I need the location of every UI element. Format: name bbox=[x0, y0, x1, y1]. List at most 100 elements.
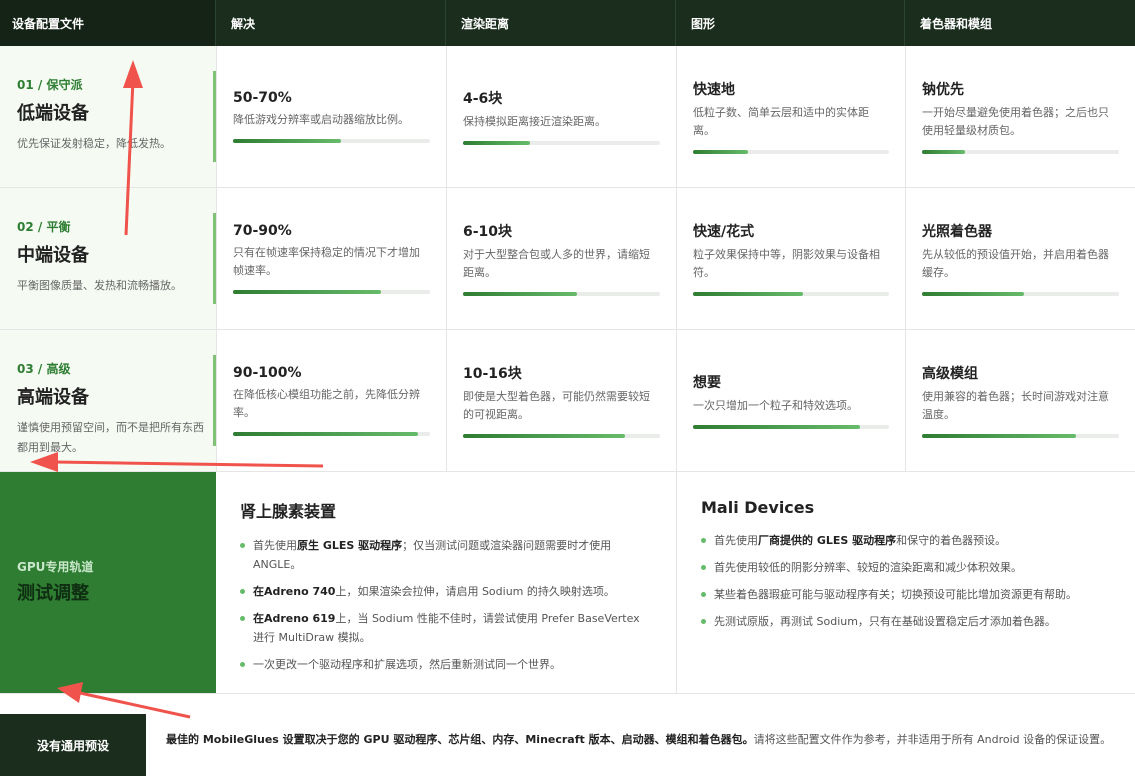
setting-desc: 低粒子数、简单云层和适中的实体距离。 bbox=[693, 106, 869, 137]
progress-fill bbox=[693, 150, 748, 154]
setting-value: 钠优先 bbox=[922, 82, 964, 98]
progress-fill bbox=[922, 434, 1076, 438]
table-row: 01 / 保守派低端设备优先保证发射稳定，降低发热。 50-70% 降低游戏分辨率或… bbox=[0, 46, 1135, 188]
adreno-list: 首先使用原生 GLES 驱动程序；仅当测试问题或渲染器问题需要时才使用 ANGL… bbox=[240, 536, 652, 674]
setting-cell: 高级模组使用兼容的着色器；长时间游戏对注意温度。 bbox=[905, 330, 1135, 471]
setting-value: 50-70% bbox=[233, 90, 292, 106]
profile-label: 03 / 高级高端设备谨慎使用预留空间，而不是把所有东西都用到最大。 bbox=[0, 330, 216, 471]
progress-bar bbox=[922, 434, 1119, 438]
accent-bar bbox=[213, 355, 216, 446]
header-shaders-mods: 着色器和模组 bbox=[920, 17, 993, 31]
header-profile: 设备配置文件 bbox=[0, 0, 216, 46]
mali-list: 首先使用厂商提供的 GLES 驱动程序和保守的着色器预设。 首先使用较低的阴影分辨… bbox=[701, 531, 1111, 631]
setting-desc: 即使是大型着色器，可能仍然需要较短的可视距离。 bbox=[463, 390, 650, 421]
progress-bar bbox=[693, 292, 889, 296]
progress-bar bbox=[463, 141, 660, 145]
profile-desc: 谨慎使用预留空间，而不是把所有东西都用到最大。 bbox=[17, 421, 204, 454]
gpu-section: GPU专用轨道 测试调整 肾上腺素装置 首先使用原生 GLES 驱动程序；仅当测… bbox=[0, 472, 1135, 694]
setting-desc: 保持模拟距离接近渲染距离。 bbox=[463, 115, 606, 128]
progress-fill bbox=[922, 292, 1025, 296]
gpu-side-label: GPU专用轨道 测试调整 bbox=[0, 472, 216, 693]
setting-desc: 一次只增加一个粒子和特效选项。 bbox=[693, 399, 858, 412]
setting-value: 想要 bbox=[693, 375, 721, 391]
profile-name: 中端设备 bbox=[17, 245, 89, 266]
list-item: 首先使用原生 GLES 驱动程序；仅当测试问题或渲染器问题需要时才使用 ANGL… bbox=[240, 536, 652, 574]
list-item: 首先使用厂商提供的 GLES 驱动程序和保守的着色器预设。 bbox=[701, 531, 1111, 550]
setting-cell: 50-70% 降低游戏分辨率或启动器缩放比例。 bbox=[216, 46, 446, 187]
progress-fill bbox=[233, 432, 419, 436]
setting-value: 4-6块 bbox=[463, 91, 503, 107]
setting-desc: 粒子效果保持中等，阴影效果与设备相符。 bbox=[693, 248, 880, 279]
setting-desc: 一开始尽量避免使用着色器；之后也只使用轻量级材质包。 bbox=[922, 106, 1109, 137]
gpu-kicker: GPU专用轨道 bbox=[17, 560, 94, 574]
adreno-title: 肾上腺素装置 bbox=[240, 502, 337, 521]
accent-bar bbox=[213, 213, 216, 304]
profile-tier: 03 / 高级 bbox=[17, 362, 71, 376]
footer-bold: 最佳的 MobileGlues 设置取决于您的 GPU 驱动程序、芯片组、内存、… bbox=[166, 733, 754, 746]
setting-value: 光照着色器 bbox=[922, 224, 992, 240]
setting-cell: 光照着色器先从较低的预设值开始，并启用着色器缓存。 bbox=[905, 188, 1135, 329]
progress-fill bbox=[463, 292, 578, 296]
setting-cell: 想要一次只增加一个粒子和特效选项。 bbox=[676, 330, 905, 471]
progress-fill bbox=[463, 141, 530, 145]
setting-desc: 对于大型整合包或人多的世界，请缩短距离。 bbox=[463, 248, 650, 279]
progress-fill bbox=[233, 139, 342, 143]
mali-column: Mali Devices 首先使用厂商提供的 GLES 驱动程序和保守的着色器预… bbox=[676, 472, 1135, 693]
setting-desc: 降低游戏分辨率或启动器缩放比例。 bbox=[233, 113, 409, 126]
setting-cell: 70-90% 只有在帧速率保持稳定的情况下才增加帧速率。 bbox=[216, 188, 446, 329]
table-row: 02 / 平衡 中端设备 平衡图像质量、发热和流畅播放。 70-90% 只有在帧速率保持… bbox=[0, 188, 1135, 330]
accent-bar bbox=[213, 71, 216, 162]
adreno-column: 肾上腺素装置 首先使用原生 GLES 驱动程序；仅当测试问题或渲染器问题需要时才… bbox=[216, 472, 676, 693]
progress-fill bbox=[922, 150, 966, 154]
setting-value: 6-10块 bbox=[463, 224, 513, 240]
setting-value: 10-16块 bbox=[463, 366, 522, 382]
header-resolution: 解决 bbox=[216, 0, 446, 46]
list-item: 在Adreno 619上，当 Sodium 性能不佳时，请尝试使用 Prefer… bbox=[240, 609, 652, 647]
progress-fill bbox=[463, 434, 625, 438]
footer-label: 没有通用预设 bbox=[0, 714, 146, 776]
progress-bar bbox=[233, 139, 430, 143]
progress-fill bbox=[693, 425, 860, 429]
profile-name: 高端设备 bbox=[17, 387, 89, 408]
profile-desc: 平衡图像质量、发热和流畅播放。 bbox=[17, 279, 182, 292]
setting-value: 快速/花式 bbox=[693, 224, 755, 240]
progress-bar bbox=[233, 432, 430, 436]
progress-bar bbox=[922, 150, 1119, 154]
profile-tier: 01 / 保守派 bbox=[17, 78, 83, 92]
footer-note: 没有通用预设 最佳的 MobileGlues 设置取决于您的 GPU 驱动程序、… bbox=[0, 714, 1135, 776]
list-item: 一次更改一个驱动程序和扩展选项，然后重新测试同一个世界。 bbox=[240, 655, 652, 674]
list-item: 先测试原版，再测试 Sodium，只有在基础设置稳定后才添加着色器。 bbox=[701, 612, 1111, 631]
setting-value: 快速地 bbox=[693, 82, 735, 98]
profile-label: 01 / 保守派低端设备优先保证发射稳定，降低发热。 bbox=[0, 46, 216, 187]
setting-desc: 在降低核心模组功能之前，先降低分辨率。 bbox=[233, 388, 420, 419]
setting-cell: 快速地低粒子数、简单云层和适中的实体距离。 bbox=[676, 46, 905, 187]
footer-text: 最佳的 MobileGlues 设置取决于您的 GPU 驱动程序、芯片组、内存、… bbox=[146, 714, 1135, 776]
profile-label: 02 / 平衡中端设备平衡图像质量、发热和流畅播放。 bbox=[0, 188, 216, 329]
setting-cell: 钠优先一开始尽量避免使用着色器；之后也只使用轻量级材质包。 bbox=[905, 46, 1135, 187]
setting-cell: 10-16块即使是大型着色器，可能仍然需要较短的可视距离。 bbox=[446, 330, 676, 471]
header-render-distance: 渲染距离 bbox=[446, 0, 676, 46]
mali-title: Mali Devices bbox=[701, 498, 815, 517]
profile-tier: 02 / 平衡 bbox=[17, 220, 71, 234]
setting-cell: 90-100% 在降低核心模组功能之前，先降低分辨率。 bbox=[216, 330, 446, 471]
progress-fill bbox=[233, 290, 381, 294]
profile-name: 低端设备 bbox=[17, 103, 89, 124]
progress-bar bbox=[233, 290, 430, 294]
progress-bar bbox=[693, 425, 889, 429]
setting-desc: 先从较低的预设值开始，并启用着色器缓存。 bbox=[922, 248, 1109, 279]
header-graphics: 图形 bbox=[676, 0, 905, 46]
progress-bar bbox=[463, 434, 660, 438]
progress-bar bbox=[463, 292, 660, 296]
setting-cell: 4-6块保持模拟距离接近渲染距离。 bbox=[446, 46, 676, 187]
setting-desc: 使用兼容的着色器；长时间游戏对注意温度。 bbox=[922, 390, 1109, 421]
setting-cell: 快速/花式粒子效果保持中等，阴影效果与设备相符。 bbox=[676, 188, 905, 329]
profile-desc: 优先保证发射稳定，降低发热。 bbox=[17, 137, 171, 150]
gpu-title: 测试调整 bbox=[17, 583, 89, 604]
table-row: 03 / 高级 高端设备 谨慎使用预留空间，而不是把所有东西都用到最大。 90-100… bbox=[0, 330, 1135, 472]
setting-cell: 6-10块对于大型整合包或人多的世界，请缩短距离。 bbox=[446, 188, 676, 329]
setting-value: 高级模组 bbox=[922, 366, 978, 382]
list-item: 某些着色器瑕疵可能与驱动程序有关；切换预设可能比增加资源更有帮助。 bbox=[701, 585, 1111, 604]
profile-table: 设备配置文件 解决 渲染距离 图形 着色器和模组 01 / 保守派低端设备优先保… bbox=[0, 0, 1135, 472]
setting-desc: 只有在帧速率保持稳定的情况下才增加帧速率。 bbox=[233, 246, 420, 277]
list-item: 在Adreno 740上，如果渲染会拉伸，请启用 Sodium 的持久映射选项。 bbox=[240, 582, 652, 601]
